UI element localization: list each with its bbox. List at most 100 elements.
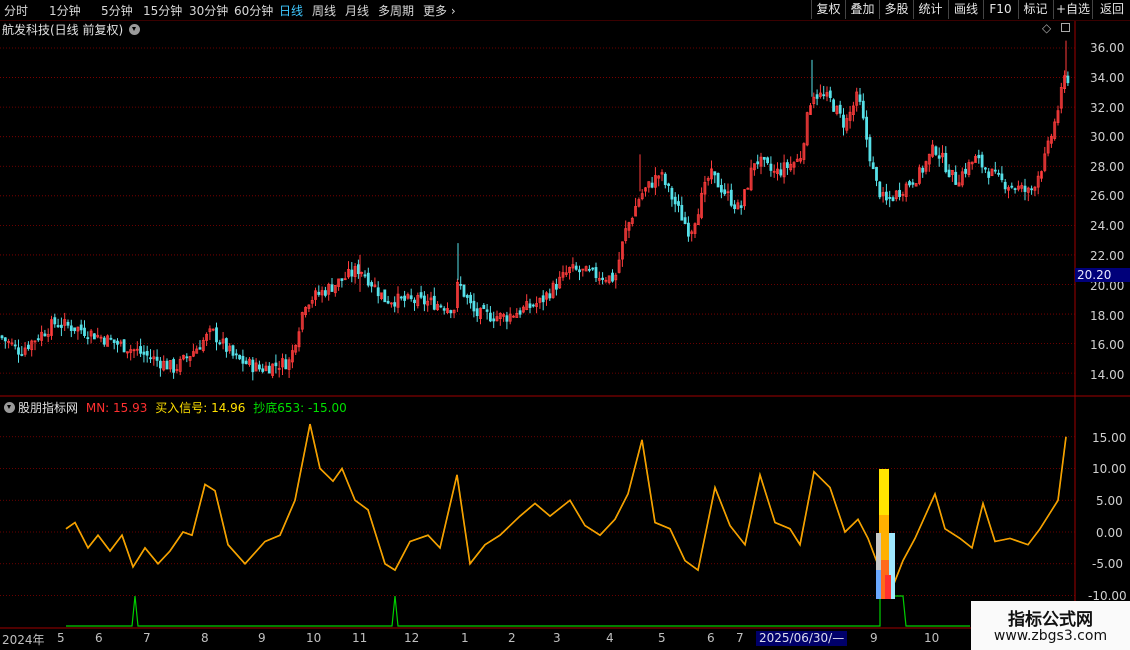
candle-body [947, 169, 951, 178]
price-chart[interactable] [0, 0, 1130, 650]
candle-body [858, 94, 862, 102]
candle-body [53, 317, 57, 325]
price-tick: 14.00 [1090, 368, 1125, 382]
candle-body [680, 204, 684, 221]
candle-body [861, 100, 865, 119]
candle-body [865, 116, 868, 140]
candle-body [109, 337, 113, 340]
candle-body [69, 325, 73, 331]
candle-body [673, 196, 677, 205]
candle-body [340, 278, 344, 281]
candle-body [591, 267, 595, 270]
candle-body [528, 303, 532, 308]
candle-body [218, 342, 222, 345]
candle-body [83, 327, 86, 336]
candle-body [944, 152, 948, 173]
candle-body [241, 355, 245, 364]
candle-body [419, 292, 423, 298]
mn-value: MN: 15.93 [85, 401, 148, 415]
buy-signal-value: 买入信号: 14.96 [155, 401, 246, 415]
candle-body [815, 94, 819, 99]
candle-body [413, 299, 416, 304]
chevron-down-icon[interactable] [4, 402, 15, 413]
candle-body [155, 356, 159, 361]
candle-body [548, 293, 552, 299]
indicator-tick: -5.00 [1092, 557, 1124, 571]
candle-body [26, 344, 30, 350]
candle-body [370, 282, 374, 287]
candle-body [20, 354, 24, 356]
candle-body [868, 137, 872, 162]
candle-body [832, 99, 835, 112]
signal-bar [876, 570, 881, 599]
candle-body [330, 284, 334, 292]
indicator-tick: 15.00 [1092, 431, 1127, 445]
candle-body [898, 189, 901, 198]
candle-body [667, 183, 670, 186]
candle-body [465, 295, 469, 298]
candle-body [238, 354, 242, 360]
x-tick: 9 [870, 631, 878, 645]
candle-body [1066, 75, 1070, 84]
candle-body [937, 155, 941, 159]
candle-body [779, 169, 783, 176]
candle-body [102, 337, 106, 345]
candle-body [79, 324, 83, 331]
price-tick: 24.00 [1090, 219, 1125, 233]
candle-body [386, 300, 390, 304]
candle-body [93, 333, 96, 340]
x-tick: 2024年 [2, 633, 45, 647]
candle-body [822, 94, 826, 97]
candle-body [172, 359, 176, 373]
candle-body [73, 327, 76, 332]
candle-body [888, 196, 892, 199]
x-tick: 10 [306, 631, 322, 645]
candle-body [578, 269, 581, 273]
candle-body [1023, 185, 1027, 192]
price-tick: 18.00 [1090, 309, 1125, 323]
indicator-name: 股朋指标网 [18, 401, 79, 415]
candle-body [383, 289, 387, 303]
x-tick: 6 [707, 631, 715, 645]
candle-body [1000, 173, 1004, 181]
candle-body [733, 204, 736, 210]
candle-body [588, 268, 591, 271]
candle-body [611, 272, 614, 282]
indicator-legend: 股朋指标网 MN: 15.93 买入信号: 14.96 抄底653: -15.0… [18, 399, 347, 416]
watermark-url: www.zbgs3.com [993, 628, 1108, 644]
price-tick: 34.00 [1090, 71, 1125, 85]
candle-body [323, 290, 327, 296]
x-tick: 12 [404, 631, 420, 645]
candle-body [422, 295, 426, 305]
current-price-tag: 20.20 [1075, 268, 1130, 282]
candle-body [224, 338, 228, 352]
candle-body [145, 351, 149, 356]
candle-body [244, 360, 248, 365]
candle-body [485, 309, 489, 312]
candle-body [871, 162, 875, 170]
candle-body [766, 157, 769, 164]
price-tick: 26.00 [1090, 189, 1125, 203]
candle-body [531, 304, 535, 307]
candle-body [663, 173, 667, 186]
indicator-tick: 0.00 [1096, 526, 1123, 540]
candle-body [670, 187, 674, 200]
site-watermark: 指标公式网 www.zbgs3.com [971, 601, 1130, 650]
x-tick: 8 [201, 631, 209, 645]
candle-body [215, 327, 218, 343]
candle-body [366, 272, 370, 286]
x-tick: 5 [57, 631, 65, 645]
mn-line [65, 423, 1067, 587]
candle-body [716, 172, 720, 188]
candle-body [149, 357, 152, 360]
candle-body [842, 114, 845, 128]
candle-body [0, 335, 4, 339]
indicator-tick: 5.00 [1096, 494, 1123, 508]
candle-body [1003, 181, 1007, 190]
candle-body [439, 305, 443, 308]
price-tick: 30.00 [1090, 130, 1125, 144]
candle-body [350, 269, 354, 277]
x-tick: 3 [553, 631, 561, 645]
x-tick: 9 [258, 631, 266, 645]
price-tick: 28.00 [1090, 160, 1125, 174]
